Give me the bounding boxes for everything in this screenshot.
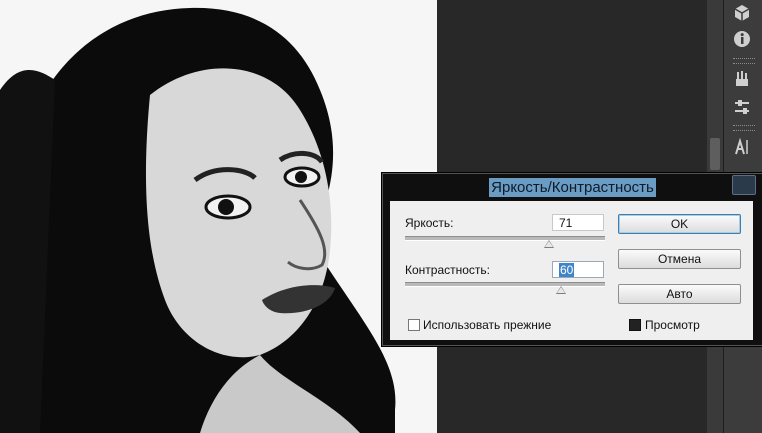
contrast-slider-track[interactable] bbox=[405, 282, 605, 287]
contrast-slider-thumb[interactable] bbox=[556, 286, 566, 294]
panel-grip[interactable] bbox=[733, 125, 755, 131]
cube-icon[interactable] bbox=[727, 0, 757, 26]
panel-grip[interactable] bbox=[733, 58, 755, 64]
dialog-title: Яркость/Контрастность bbox=[489, 177, 656, 197]
scrollbar-thumb[interactable] bbox=[710, 138, 720, 170]
auto-button[interactable]: Авто bbox=[618, 284, 741, 304]
brightness-label: Яркость: bbox=[405, 216, 454, 230]
brightness-input[interactable]: 71 bbox=[552, 214, 604, 231]
brightness-slider-thumb[interactable] bbox=[544, 240, 554, 248]
dialog-titlebar[interactable]: Яркость/Контрастность bbox=[382, 175, 762, 199]
use-legacy-checkbox[interactable] bbox=[408, 319, 420, 331]
contrast-value: 60 bbox=[559, 262, 575, 277]
text-icon[interactable] bbox=[727, 134, 757, 160]
brushes-icon[interactable] bbox=[727, 66, 757, 92]
dialog-close-button[interactable] bbox=[732, 175, 756, 195]
contrast-label: Контрастность: bbox=[405, 263, 491, 277]
portrait-photo bbox=[0, 0, 437, 433]
image-canvas[interactable] bbox=[0, 0, 437, 433]
contrast-input[interactable]: 60 bbox=[552, 261, 604, 278]
use-legacy-label[interactable]: Использовать прежние bbox=[423, 318, 551, 332]
preview-checkbox[interactable] bbox=[629, 319, 641, 331]
brightness-value: 71 bbox=[559, 215, 573, 230]
brightness-slider-track[interactable] bbox=[405, 236, 605, 241]
preview-label[interactable]: Просмотр bbox=[645, 318, 700, 332]
adjust-icon[interactable] bbox=[727, 94, 757, 120]
ok-button[interactable]: OK bbox=[618, 214, 741, 234]
cancel-button[interactable]: Отмена bbox=[618, 249, 741, 269]
info-icon[interactable] bbox=[727, 26, 757, 52]
